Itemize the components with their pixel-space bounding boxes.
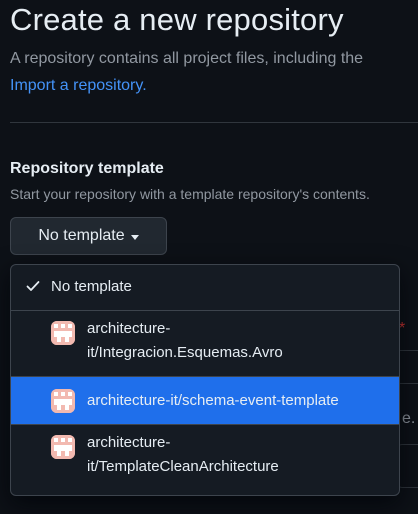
template-section-title: Repository template bbox=[10, 160, 164, 177]
template-select-label: No template bbox=[38, 227, 125, 244]
import-suffix: . bbox=[142, 77, 147, 94]
template-section-description: Start your repository with a template re… bbox=[10, 186, 370, 202]
template-dropdown-menu: No template architecture- it/Integracion… bbox=[10, 264, 400, 496]
page-title: Create a new repository bbox=[10, 2, 344, 37]
import-repository-link[interactable]: Import a repository bbox=[10, 77, 142, 94]
dropdown-item-label: architecture- it/Integracion.Esquemas.Av… bbox=[87, 317, 387, 365]
dropdown-item-label: No template bbox=[51, 278, 132, 295]
page-subtitle: A repository contains all project files,… bbox=[10, 50, 364, 67]
caret-down-icon bbox=[130, 234, 139, 240]
identicon-avatar bbox=[51, 321, 75, 345]
identicon-avatar bbox=[51, 435, 75, 459]
dropdown-item-template-selected[interactable]: architecture-it/schema-event-template bbox=[11, 377, 399, 425]
dropdown-item-label: architecture-it/schema-event-template bbox=[87, 392, 339, 409]
dropdown-item-template[interactable]: architecture- it/TemplateCleanArchitectu… bbox=[11, 425, 399, 495]
dropdown-item-label: architecture- it/TemplateCleanArchitectu… bbox=[87, 431, 387, 479]
template-name-line1: architecture- bbox=[87, 434, 171, 451]
identicon-avatar bbox=[51, 389, 75, 413]
create-repository-page: Create a new repository A repository con… bbox=[0, 0, 418, 514]
import-line: Import a repository. bbox=[10, 77, 147, 95]
template-select-button[interactable]: No template bbox=[10, 217, 167, 255]
background-trailing-text: e. bbox=[402, 410, 416, 427]
template-name-line2: it/TemplateCleanArchitecture bbox=[87, 458, 279, 475]
check-icon bbox=[26, 281, 40, 291]
template-name-line2: it/Integracion.Esquemas.Avro bbox=[87, 344, 283, 361]
template-name-line1: architecture- bbox=[87, 320, 171, 337]
dropdown-item-no-template[interactable]: No template bbox=[11, 265, 399, 311]
dropdown-item-template[interactable]: architecture- it/Integracion.Esquemas.Av… bbox=[11, 311, 399, 377]
divider bbox=[10, 122, 418, 123]
